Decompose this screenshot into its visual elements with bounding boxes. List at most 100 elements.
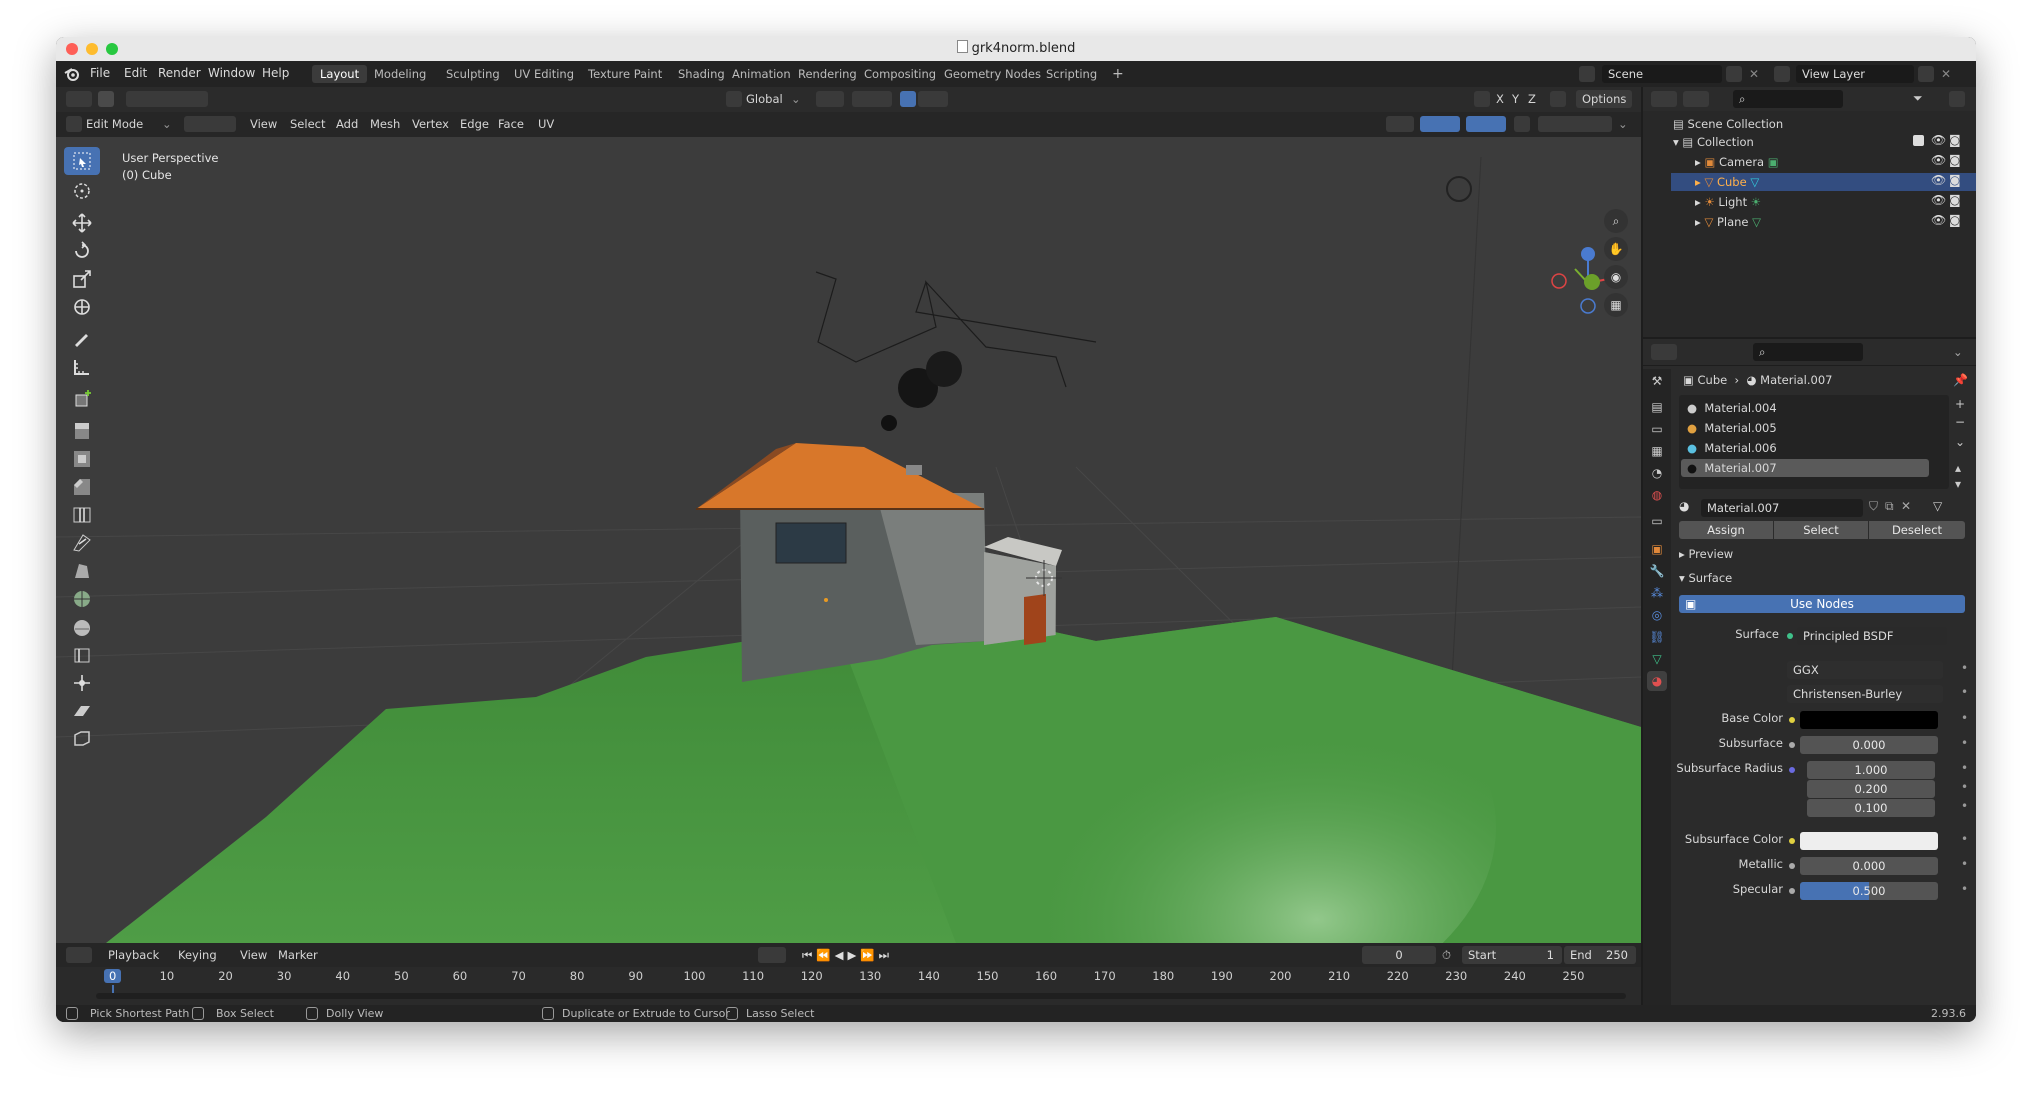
eye-icon[interactable]: 👁: [1931, 173, 1946, 187]
camera-view-icon[interactable]: ◉: [1604, 265, 1628, 289]
xray-toggle-icon[interactable]: [1514, 116, 1530, 132]
assign-button[interactable]: Assign: [1679, 521, 1773, 539]
object-tab-icon[interactable]: ▣: [1647, 539, 1667, 559]
new-view-layer-icon[interactable]: [1918, 66, 1934, 82]
poly-build-tool[interactable]: [64, 557, 100, 585]
deselect-button[interactable]: Deselect: [1869, 521, 1965, 539]
list-item[interactable]: ● Material.005: [1687, 421, 1777, 435]
menu-timeline-view[interactable]: View: [240, 946, 267, 964]
camera-render-icon[interactable]: ◙: [1949, 153, 1961, 167]
list-item[interactable]: ● Material.007: [1687, 461, 1777, 475]
zoom-view-icon[interactable]: ⌕: [1604, 209, 1628, 233]
preview-range-icon[interactable]: ⏱: [1442, 946, 1451, 964]
outliner-scene-collection[interactable]: ▤ Scene Collection: [1673, 117, 1783, 131]
annotate-tool[interactable]: [64, 325, 100, 353]
tab-scripting[interactable]: Scripting: [1038, 65, 1105, 83]
selection-mode-icons[interactable]: [126, 91, 208, 107]
tab-sculpting[interactable]: Sculpting: [438, 65, 508, 83]
shrink-fatten-tool[interactable]: [64, 669, 100, 697]
camera-render-icon[interactable]: ◙: [1949, 213, 1961, 227]
select-tool-icon[interactable]: [98, 91, 114, 107]
tab-layout[interactable]: Layout: [312, 65, 368, 83]
filter-icon[interactable]: ⏷: [1913, 91, 1941, 107]
menu-select[interactable]: Select: [290, 115, 325, 133]
snap-icon[interactable]: [852, 91, 892, 107]
subsurface-field[interactable]: 0.000: [1800, 736, 1938, 754]
close-window-button[interactable]: [66, 43, 78, 55]
fake-user-icon[interactable]: ⛉: [1869, 499, 1878, 514]
collection-checkbox[interactable]: [1913, 135, 1924, 146]
outliner-collection[interactable]: ▾ ▤ Collection: [1673, 135, 1754, 149]
pan-hand-icon[interactable]: ✋: [1604, 237, 1628, 261]
scale-tool[interactable]: [64, 265, 100, 293]
unlink-material-icon[interactable]: ✕: [1901, 499, 1911, 513]
orientation-dropdown[interactable]: Global: [746, 90, 783, 108]
add-cube-tool[interactable]: [64, 385, 100, 413]
outliner-item-plane[interactable]: ▸ ▽ Plane ▽: [1695, 215, 1761, 229]
axis-z-toggle[interactable]: Z: [1528, 90, 1536, 108]
overlay-toggle-icon[interactable]: [1466, 116, 1506, 132]
rotate-tool[interactable]: [64, 237, 100, 265]
perspective-toggle-icon[interactable]: ▦: [1604, 293, 1628, 317]
new-scene-icon[interactable]: [1726, 66, 1742, 82]
shading-mode-icons[interactable]: [1538, 116, 1612, 132]
delete-view-layer-icon[interactable]: ✕: [1938, 66, 1954, 82]
properties-editor-type-icon[interactable]: [1651, 344, 1677, 360]
menu-window[interactable]: Window: [208, 66, 255, 80]
camera-render-icon[interactable]: ◙: [1949, 173, 1961, 187]
knife-tool[interactable]: [64, 529, 100, 557]
frame-ruler[interactable]: 0 10 20 30 40 50 60 70 80 90 100 110 120 130 140 150 160…: [56, 967, 1641, 999]
eye-icon[interactable]: 👁: [1931, 153, 1946, 167]
vertex-edge-face-select-icons[interactable]: [184, 116, 236, 132]
use-nodes-button[interactable]: ▣ Use Nodes: [1679, 595, 1965, 613]
outliner-item-light[interactable]: ▸ ☀ Light ☀: [1695, 195, 1761, 209]
world-tab-icon[interactable]: ◍: [1647, 485, 1667, 505]
outliner-editor-type-icon[interactable]: [1651, 91, 1677, 107]
keyframe-dot-icon[interactable]: •: [1961, 661, 1968, 675]
subsurface-method-dropdown[interactable]: Christensen-Burley: [1787, 685, 1943, 703]
move-slot-up-icon[interactable]: ▴: [1955, 461, 1961, 475]
extrude-tool[interactable]: [64, 417, 100, 445]
menu-view[interactable]: View: [250, 115, 277, 133]
inset-tool[interactable]: [64, 445, 100, 473]
move-slot-down-icon[interactable]: ▾: [1955, 477, 1961, 491]
minimize-window-button[interactable]: [86, 43, 98, 55]
view-layer-selector-icon[interactable]: [1774, 66, 1790, 82]
keyframe-dot-icon[interactable]: •: [1961, 761, 1968, 775]
axis-y-toggle[interactable]: Y: [1512, 90, 1519, 108]
distribution-dropdown[interactable]: GGX: [1787, 661, 1943, 679]
add-workspace-icon[interactable]: +: [1104, 65, 1132, 83]
visibility-selectability-icon[interactable]: [1386, 116, 1414, 132]
timeline-editor-type-icon[interactable]: [66, 947, 92, 963]
modifier-tab-icon[interactable]: 🔧: [1647, 561, 1667, 581]
menu-help[interactable]: Help: [262, 66, 289, 80]
menu-keying[interactable]: Keying: [178, 946, 217, 964]
tab-animation[interactable]: Animation: [724, 65, 799, 83]
view-layer-field[interactable]: View Layer: [1796, 65, 1914, 83]
cursor-tool[interactable]: [64, 177, 100, 205]
chevron-down-icon[interactable]: ⌄: [1953, 343, 1963, 361]
auto-keying-icon[interactable]: [758, 947, 786, 963]
data-tab-icon[interactable]: ▽: [1647, 649, 1667, 669]
tab-uv-editing[interactable]: UV Editing: [506, 65, 582, 83]
tab-texture-paint[interactable]: Texture Paint: [580, 65, 670, 83]
axis-x-toggle[interactable]: X: [1496, 90, 1504, 108]
pivot-point-icon[interactable]: [816, 91, 844, 107]
remove-slot-icon[interactable]: −: [1955, 415, 1965, 429]
outliner-search-input[interactable]: ⌕: [1733, 90, 1843, 108]
scene-selector-icon[interactable]: [1579, 66, 1595, 82]
camera-render-icon[interactable]: ◙: [1949, 193, 1961, 207]
blender-logo-icon[interactable]: [64, 66, 80, 82]
new-collection-icon[interactable]: [1949, 91, 1965, 107]
proportional-editing-icon[interactable]: [900, 91, 916, 107]
smooth-tool[interactable]: [64, 613, 100, 641]
surface-shader-field[interactable]: Principled BSDF: [1797, 627, 1947, 645]
menu-vertex[interactable]: Vertex: [412, 115, 449, 133]
keyframe-dot-icon[interactable]: •: [1961, 736, 1968, 750]
mode-dropdown[interactable]: Edit Mode: [86, 115, 143, 133]
eye-icon[interactable]: 👁: [1931, 213, 1946, 227]
spin-tool[interactable]: [64, 585, 100, 613]
view-layer-tab-icon[interactable]: ▦: [1647, 441, 1667, 461]
subsurface-radius-y[interactable]: 0.200: [1807, 780, 1935, 798]
menu-face[interactable]: Face: [498, 115, 524, 133]
